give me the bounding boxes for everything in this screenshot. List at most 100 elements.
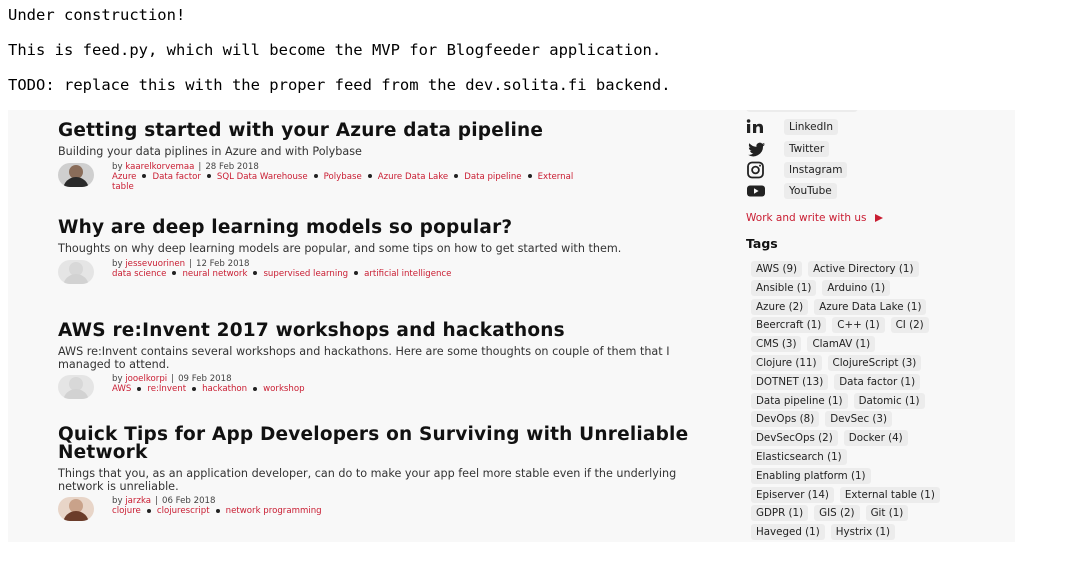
tag-row: GDPR (1) GIS (2) Git (1)	[751, 501, 914, 522]
tag-link[interactable]: AWS	[112, 384, 131, 394]
article-subtitle: Building your data piplines in Azure and…	[58, 145, 362, 158]
tag-row: AWS (9) Active Directory (1)	[751, 257, 925, 277]
tag-chip[interactable]: Enabling platform (1)	[751, 467, 871, 484]
tag-link[interactable]: Data pipeline	[464, 172, 521, 182]
social-label: LinkedIn	[784, 119, 839, 135]
instagram-icon	[746, 161, 768, 179]
tag-link[interactable]: External	[538, 172, 574, 182]
tag-row: Data pipeline (1) Datomic (1)	[751, 389, 931, 409]
tag-link[interactable]: hackathon	[202, 384, 247, 394]
tag-chip[interactable]: ClamAV (1)	[807, 336, 876, 353]
tag-link[interactable]: network programming	[226, 506, 322, 516]
tag-link[interactable]: supervised learning	[263, 269, 348, 279]
todo-line: TODO: replace this with the proper feed …	[8, 76, 671, 94]
tag-chip[interactable]: Episerver (14)	[751, 486, 834, 503]
tag-link[interactable]: clojure	[112, 506, 141, 516]
tag-chip[interactable]: Git (1)	[865, 505, 909, 522]
tag-chip[interactable]: Arduino (1)	[822, 279, 891, 296]
article-title[interactable]: Quick Tips for App Developers on Survivi…	[58, 425, 698, 462]
social-label: Twitter	[784, 141, 830, 157]
tag-chip[interactable]: DevSec (3)	[825, 411, 892, 428]
tag-chip[interactable]: Azure Data Lake (1)	[814, 298, 927, 315]
tag-chip[interactable]: Beercraft (1)	[751, 317, 827, 334]
author-link[interactable]: jarzka	[125, 496, 151, 506]
tag-chip[interactable]: Data pipeline (1)	[751, 392, 848, 409]
article-meta: by kaarelkorvemaa | 28 Feb 2018 Azure Data …	[58, 162, 708, 192]
tag-link[interactable]: Azure Data Lake	[378, 172, 448, 182]
article-title[interactable]: Getting started with your Azure data pip…	[58, 121, 708, 140]
tags-heading: Tags	[746, 236, 778, 251]
tag-link[interactable]: clojurescript	[157, 506, 210, 516]
by-label: by	[112, 496, 123, 506]
tag-chip[interactable]: GDPR (1)	[751, 505, 809, 522]
tag-link[interactable]: SQL Data Warehouse	[217, 172, 308, 182]
tag-row: Azure (2) Azure Data Lake (1)	[751, 295, 932, 315]
tag-chip[interactable]: Azure (2)	[751, 298, 809, 315]
article-subtitle: AWS re:Invent contains several workshops…	[58, 345, 670, 371]
tag-row: Episerver (14) External table (1)	[751, 483, 946, 503]
tag-chip[interactable]: AWS (9)	[751, 261, 803, 277]
tag-chip[interactable]: Hystrix (1)	[830, 524, 896, 541]
tag-link[interactable]: data science	[112, 269, 166, 279]
tag-chip[interactable]: Ansible (1)	[751, 279, 817, 296]
tag-row: Clojure (11) ClojureScript (3)	[751, 351, 927, 371]
tag-link[interactable]: artificial intelligence	[364, 269, 451, 279]
tag-link[interactable]: Polybase	[324, 172, 362, 182]
tag-chip[interactable]: C++ (1)	[832, 317, 885, 334]
blog-screenshot: Getting started with your Azure data pip…	[8, 110, 1015, 542]
by-label: by	[112, 258, 123, 269]
tag-chip[interactable]: Data factor (1)	[834, 373, 921, 390]
article-tags: AWS re:Invent hackathon workshop	[112, 384, 708, 394]
author-link[interactable]: jessevuorinen	[125, 259, 185, 269]
youtube-icon	[746, 182, 768, 200]
tag-link[interactable]: re:Invent	[147, 384, 186, 394]
under-construction-notice: Under construction!	[8, 6, 186, 24]
work-with-us-label: Work and write with us	[746, 212, 867, 224]
tag-chip[interactable]: ClojureScript (3)	[827, 355, 922, 371]
tag-chip[interactable]: CI (2)	[890, 317, 929, 334]
tag-link[interactable]: table	[112, 182, 134, 192]
tag-link[interactable]: Azure	[112, 172, 136, 182]
social-label: YouTube	[784, 183, 837, 199]
author-link[interactable]: jooelkorpi	[125, 374, 167, 384]
linkedin-icon	[746, 118, 768, 136]
tag-chip[interactable]: External table (1)	[839, 486, 940, 503]
arrow-right-icon	[874, 214, 883, 222]
tag-chip[interactable]: Active Directory (1)	[808, 261, 919, 277]
avatar	[58, 162, 94, 187]
tag-chip[interactable]: DevOps (8)	[751, 411, 820, 428]
article-title[interactable]: AWS re:Invent 2017 workshops and hackath…	[58, 321, 708, 340]
byline: by jooelkorpi | 09 Feb 2018	[112, 374, 232, 384]
social-link-partial	[746, 110, 858, 112]
tag-chip[interactable]: GIS (2)	[814, 505, 860, 522]
tag-chip[interactable]: Elasticsearch (1)	[751, 449, 847, 465]
article-title[interactable]: Why are deep learning models so popular?	[58, 218, 708, 237]
tag-chip[interactable]: Haveged (1)	[751, 524, 825, 541]
tag-chip[interactable]: DevSecOps (2)	[751, 430, 838, 447]
tag-link[interactable]: neural network	[182, 269, 247, 279]
article-card: Quick Tips for App Developers on Survivi…	[58, 425, 708, 522]
tag-row: DOTNET (13) Data factor (1)	[751, 370, 926, 390]
article-subtitle: Thoughts on why deep learning models are…	[58, 242, 622, 255]
post-date: 28 Feb 2018	[205, 161, 259, 172]
article-tags: clojure clojurescript network programming	[112, 506, 708, 516]
article-card: AWS re:Invent 2017 workshops and hackath…	[58, 321, 708, 400]
social-label: Instagram	[784, 162, 848, 178]
author-link[interactable]: kaarelkorvemaa	[125, 162, 194, 172]
post-date: 12 Feb 2018	[196, 258, 250, 269]
tag-chip[interactable]: CMS (3)	[751, 336, 802, 353]
article-subtitle: Things that you, as an application devel…	[58, 467, 677, 493]
tag-row: Elasticsearch (1)	[751, 445, 853, 465]
post-date: 06 Feb 2018	[161, 496, 216, 506]
avatar	[58, 375, 94, 399]
tag-row: DevOps (8) DevSec (3)	[751, 407, 898, 428]
mvp-description-line: This is feed.py, which will become the M…	[8, 41, 662, 59]
tag-chip[interactable]: Docker (4)	[843, 430, 908, 447]
tag-link[interactable]: workshop	[263, 384, 304, 394]
tag-link[interactable]: Data factor	[152, 172, 200, 182]
work-with-us-link[interactable]: Work and write with us	[746, 212, 883, 224]
article-meta: by jessevuorinen | 12 Feb 2018 data scienc…	[58, 259, 708, 285]
tag-chip[interactable]: DOTNET (13)	[751, 373, 829, 390]
tag-chip[interactable]: Datomic (1)	[853, 392, 925, 409]
tag-chip[interactable]: Clojure (11)	[751, 355, 822, 371]
